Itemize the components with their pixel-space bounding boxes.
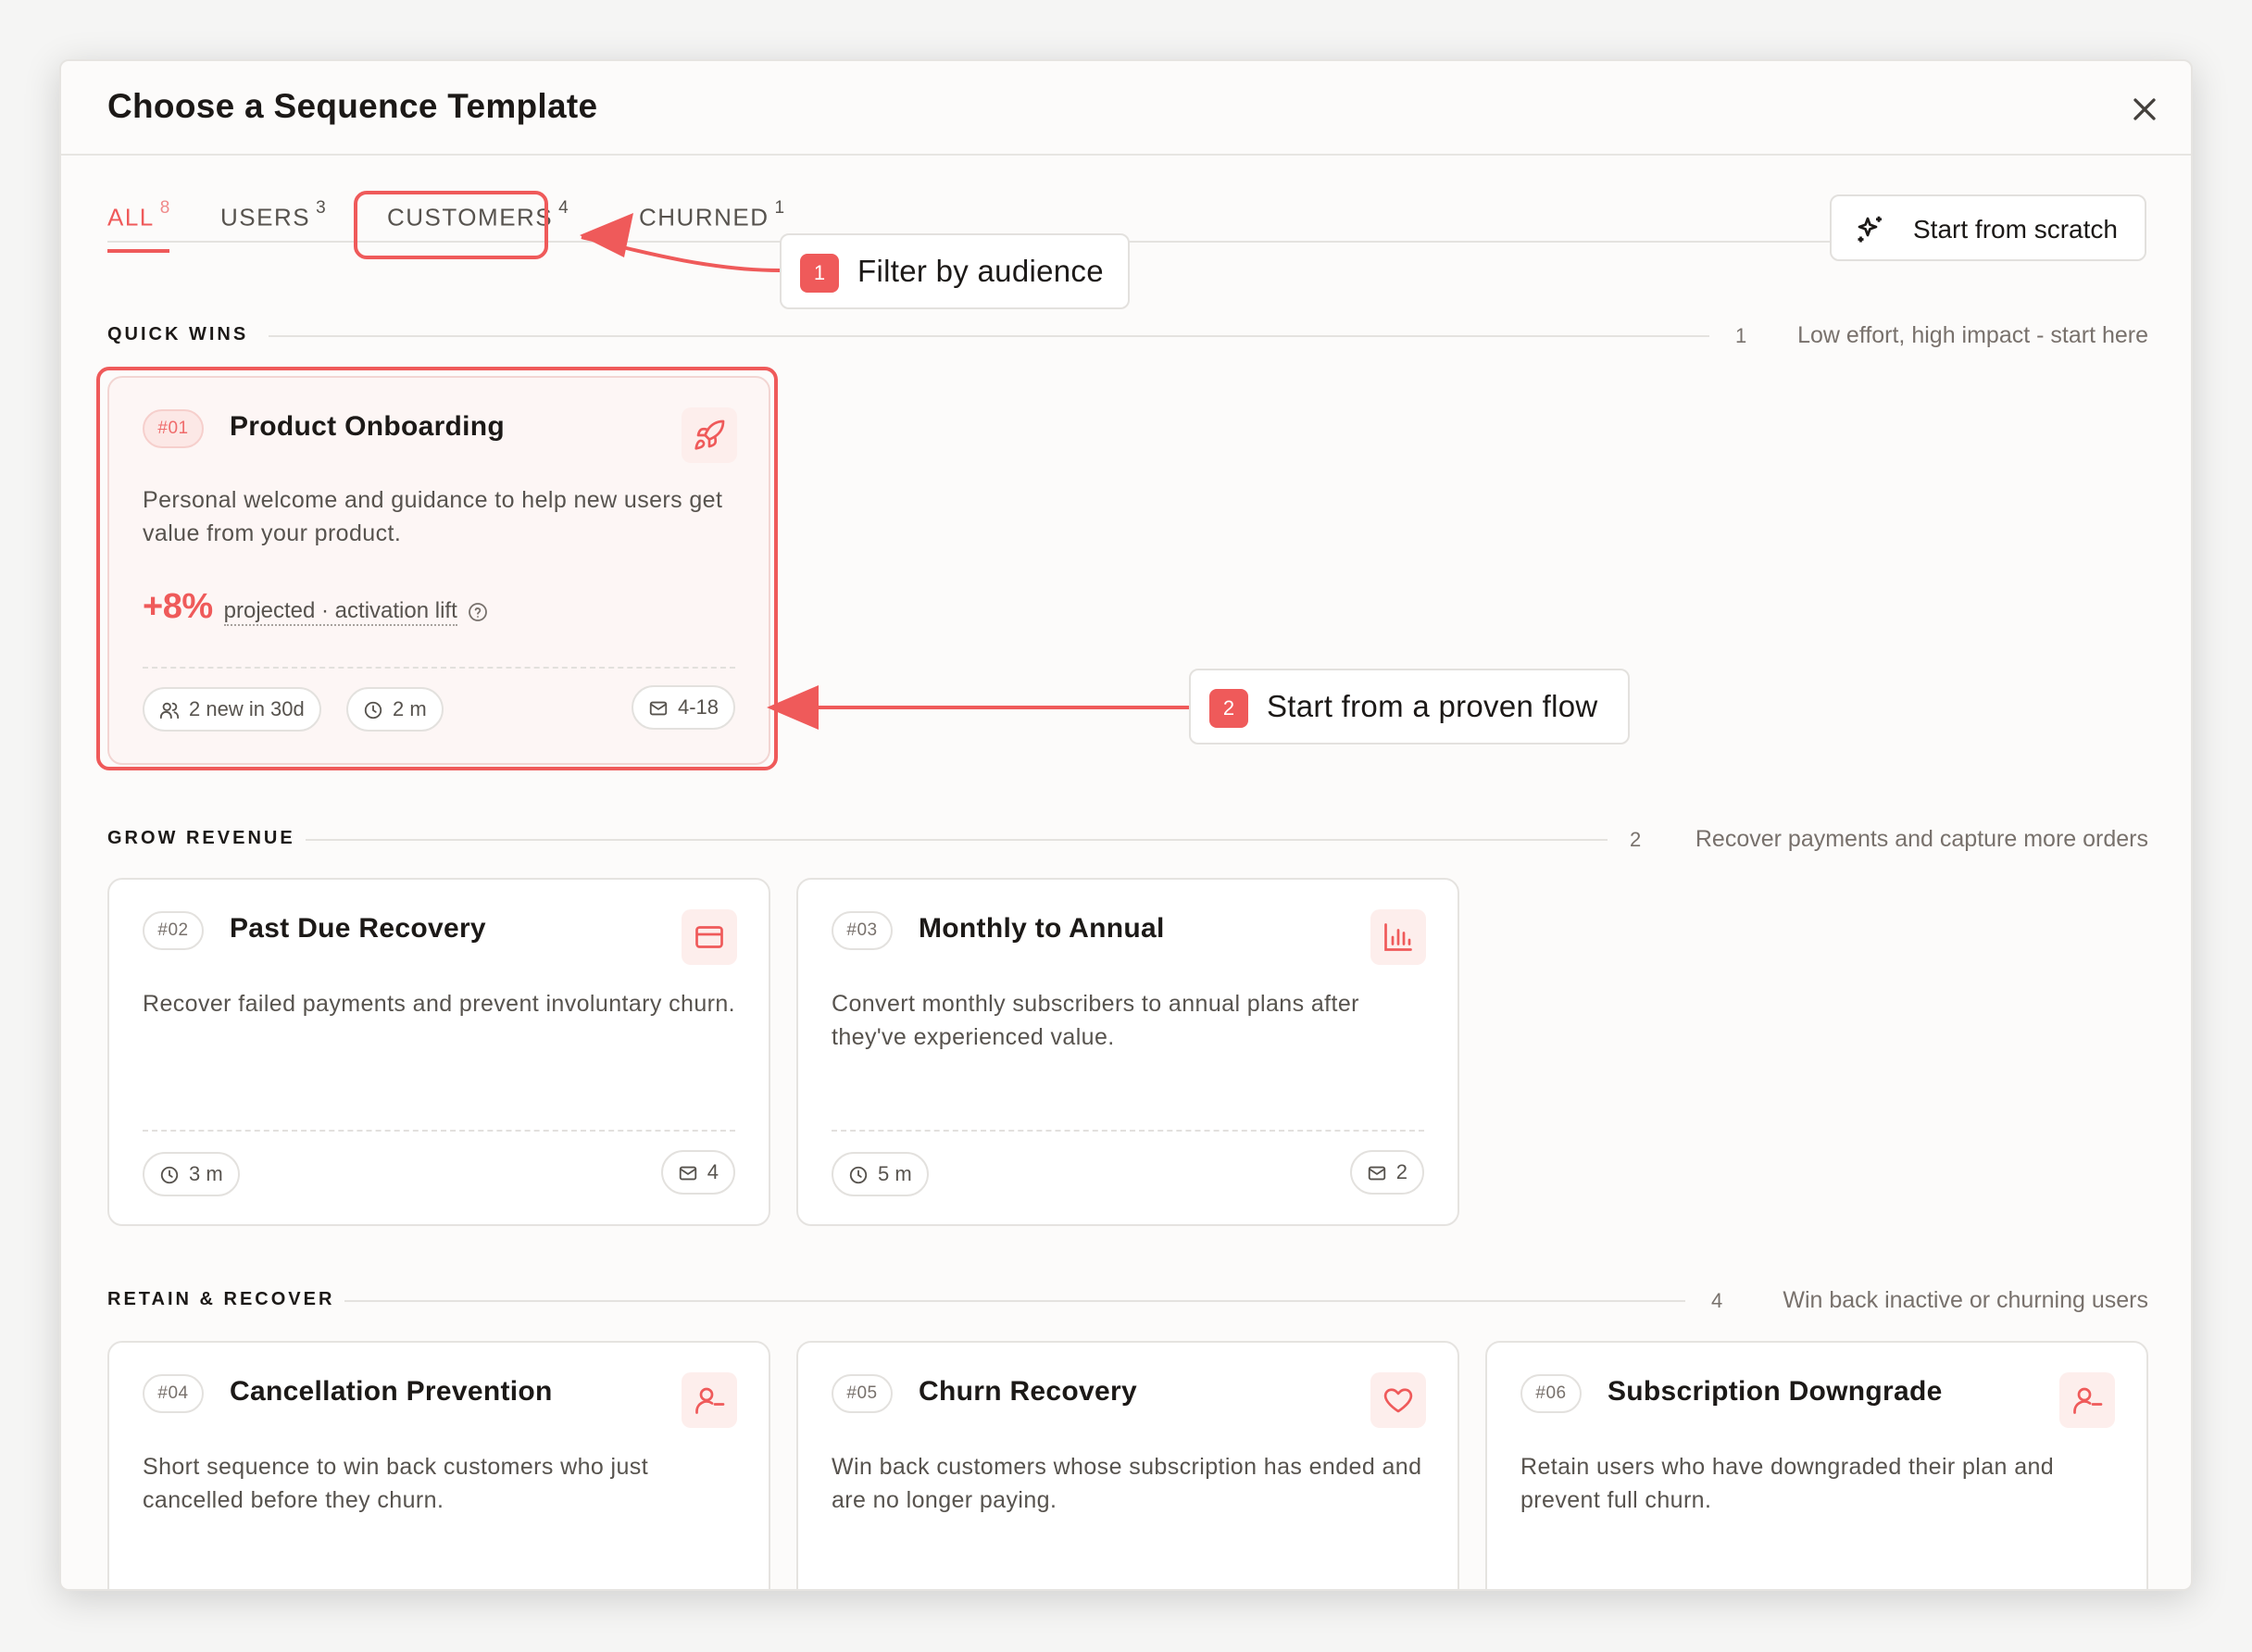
callout-badge: 2 (1209, 689, 1248, 728)
arrow-head-onboarding-card (767, 685, 819, 730)
callout-badge: 1 (800, 254, 839, 293)
arrow-head-customers-tab (580, 213, 633, 257)
callout-filter-by-audience: 1 Filter by audience (780, 233, 1130, 309)
callout-start-from-proven-flow: 2 Start from a proven flow (1189, 669, 1630, 745)
callout-text: Filter by audience (857, 254, 1104, 288)
callout-text: Start from a proven flow (1267, 689, 1598, 723)
